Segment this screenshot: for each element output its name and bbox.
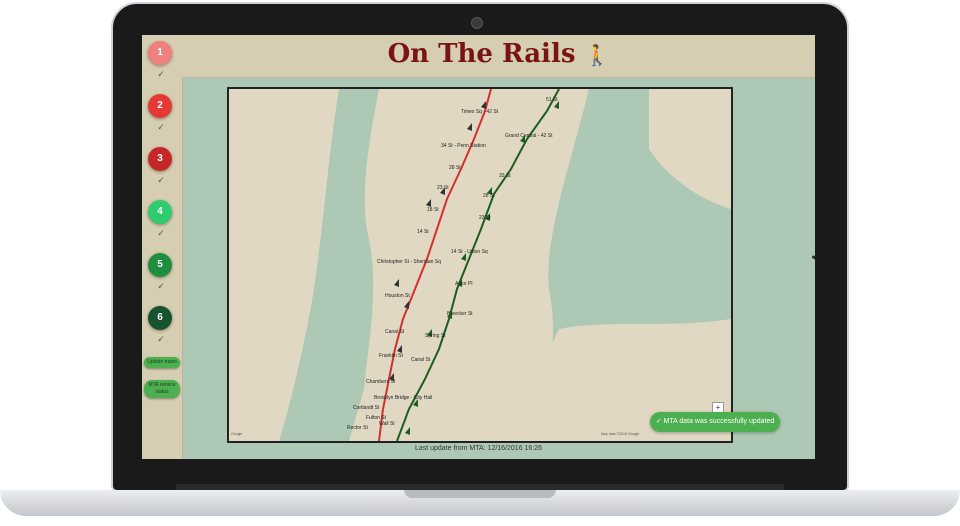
check-icon: ✓ (157, 334, 165, 344)
check-icon: ✓ (157, 69, 165, 79)
station-label: Houston St (385, 293, 410, 299)
station-label: Times Sq - 42 St (461, 109, 499, 115)
station-label: Canal St (385, 329, 405, 335)
line-4-button[interactable]: 4 (148, 200, 172, 224)
station-label: Bleecker St (447, 311, 473, 317)
station-label: 14 St (417, 229, 429, 235)
mta-status-button[interactable]: MTA service status (144, 380, 180, 398)
station-label: 18 St (427, 207, 439, 213)
toast-message: MTA data was successfully updated (663, 418, 775, 425)
update-trains-button[interactable]: Update trains (144, 357, 180, 368)
app-screen: 1 ✓ 2 ✓ 3 ✓ 4 ✓ 5 ✓ 6 ✓ Update trains MT… (142, 35, 815, 459)
line-6-button[interactable]: 6 (148, 306, 172, 330)
station-label: Grand Central - 42 St (505, 133, 553, 139)
success-toast: ✓ MTA data was successfully updated (650, 412, 780, 432)
check-icon: ✓ (157, 175, 165, 185)
line-1-button[interactable]: 1 (148, 41, 172, 65)
station-label: Spring St (425, 333, 446, 339)
hiker-icon: 🚶 (584, 43, 610, 67)
station-label: 23 St (479, 215, 491, 221)
header: On The Rails 🚶 (182, 35, 815, 78)
line-5-button[interactable]: 5 (148, 253, 172, 277)
station-label: 23 St (437, 185, 449, 191)
station-label: 14 St - Union Sq (451, 249, 488, 255)
station-label: Franklin St (379, 353, 404, 359)
page-title: On The Rails 🚶 (387, 39, 610, 69)
google-logo: Google (231, 432, 242, 436)
station-label: Cortlandt St (353, 405, 380, 411)
station-label: Astor Pl (455, 281, 473, 287)
subway-map[interactable]: Times Sq - 42 St 51 St Grand Central - 4… (227, 87, 733, 443)
station-label: 34 St - Penn Station (441, 143, 486, 149)
map-canvas[interactable]: Times Sq - 42 St 51 St Grand Central - 4… (229, 89, 731, 441)
station-label: Wall St (379, 421, 395, 427)
station-label: Canal St (411, 357, 431, 363)
station-label: Christopher St - Sheridan Sq (377, 259, 441, 265)
laptop-notch (404, 490, 556, 498)
station-label: Brooklyn Bridge - City Hall (374, 395, 432, 401)
check-icon: ✓ (655, 418, 662, 425)
station-label: Rector St (347, 425, 368, 431)
map-copyright: Map data ©2016 Google (601, 432, 639, 436)
webcam (471, 17, 483, 29)
line-2-button[interactable]: 2 (148, 94, 172, 118)
last-update-text: Last update from MTA: 12/16/2016 16:26 (414, 445, 543, 452)
mouse-cursor-icon: ⬉ (811, 253, 819, 263)
check-icon: ✓ (157, 228, 165, 238)
check-icon: ✓ (157, 122, 165, 132)
station-label: 51 St (546, 97, 558, 103)
check-icon: ✓ (157, 281, 165, 291)
line-3-button[interactable]: 3 (148, 147, 172, 171)
sidebar: 1 ✓ 2 ✓ 3 ✓ 4 ✓ 5 ✓ 6 ✓ Update trains MT… (142, 35, 183, 459)
station-label: 28 St (449, 165, 461, 171)
station-label: 33 St (499, 173, 511, 179)
station-label: 28 St (483, 193, 495, 199)
station-label: Chambers St (366, 379, 396, 385)
